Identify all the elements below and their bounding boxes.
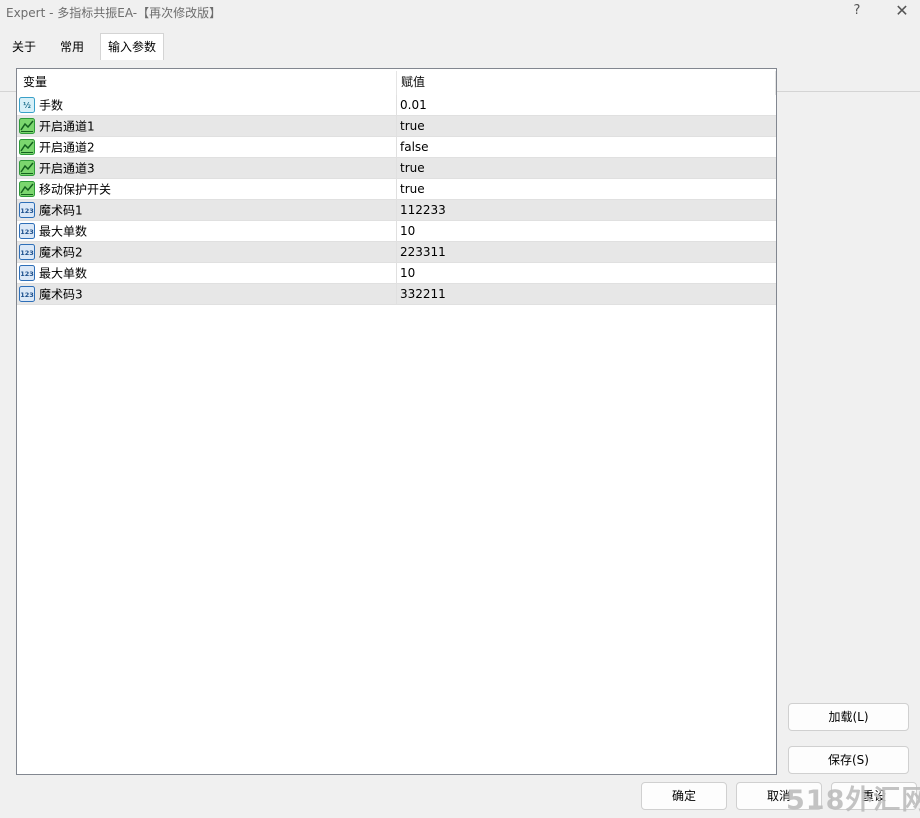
- variable-name: 最大单数: [39, 224, 88, 239]
- value-cell[interactable]: false: [400, 137, 429, 157]
- save-button[interactable]: 保存(S): [788, 746, 909, 774]
- value-cell[interactable]: 223311: [400, 242, 446, 262]
- table-row[interactable]: ½ 手数 0.01: [17, 95, 776, 116]
- cell-divider: [396, 200, 397, 220]
- value-cell[interactable]: 332211: [400, 284, 446, 304]
- variable-name: 开启通道1: [39, 119, 95, 134]
- value-cell[interactable]: 10: [400, 263, 415, 283]
- variable-name: 魔术码2: [39, 245, 83, 260]
- table-row[interactable]: 123 魔术码1 112233: [17, 200, 776, 221]
- variable-cell: 123 魔术码2: [19, 242, 83, 262]
- title-bar: Expert - 多指标共振EA-【再次修改版】 ? ✕: [0, 0, 920, 24]
- variable-cell: 123 魔术码3: [19, 284, 83, 304]
- cell-divider: [396, 263, 397, 283]
- variable-name: 最大单数: [39, 266, 88, 281]
- svg-text:123: 123: [20, 270, 34, 278]
- variable-name: 开启通道2: [39, 140, 95, 155]
- integer-123-icon: 123: [19, 264, 39, 281]
- ok-button-label: 确定: [671, 789, 696, 803]
- table-row[interactable]: 123 最大单数 10: [17, 263, 776, 284]
- table-row[interactable]: 123 魔术码3 332211: [17, 284, 776, 305]
- ok-button[interactable]: 确定: [641, 782, 727, 810]
- variable-name: 魔术码1: [39, 203, 83, 218]
- table-row[interactable]: 开启通道2 false: [17, 137, 776, 158]
- value-cell[interactable]: 10: [400, 221, 415, 241]
- watermark-text: 518外汇网: [786, 785, 920, 816]
- variable-cell: 123 魔术码1: [19, 200, 83, 220]
- boolean-chart-icon: [19, 117, 39, 134]
- variable-name: 开启通道3: [39, 161, 95, 176]
- column-divider[interactable]: [396, 71, 397, 95]
- svg-text:123: 123: [20, 291, 34, 299]
- double-value-icon: ½: [19, 96, 39, 113]
- variable-cell: 移动保护开关: [19, 179, 111, 199]
- column-header-variable[interactable]: 变量: [23, 69, 47, 95]
- cell-divider: [396, 242, 397, 262]
- tab-inputs[interactable]: 输入参数: [100, 33, 164, 60]
- variable-cell: 开启通道3: [19, 158, 95, 178]
- variable-name: 移动保护开关: [39, 182, 112, 197]
- close-icon[interactable]: ✕: [890, 0, 914, 22]
- column-header-value[interactable]: 赋值: [401, 69, 425, 95]
- load-button[interactable]: 加载(L): [788, 703, 909, 731]
- svg-text:½: ½: [23, 101, 31, 110]
- boolean-chart-icon: [19, 159, 39, 176]
- variable-cell: ½ 手数: [19, 95, 63, 115]
- table-row[interactable]: 开启通道1 true: [17, 116, 776, 137]
- table-header: 变量 赋值: [17, 69, 776, 95]
- integer-123-icon: 123: [19, 243, 39, 260]
- tab-common[interactable]: 常用: [54, 36, 90, 58]
- variable-name: 手数: [39, 98, 64, 113]
- value-cell[interactable]: true: [400, 179, 425, 199]
- value-cell[interactable]: true: [400, 116, 425, 136]
- help-icon[interactable]: ?: [848, 2, 866, 22]
- cell-divider: [396, 95, 397, 115]
- svg-text:123: 123: [20, 207, 34, 215]
- variable-name: 魔术码3: [39, 287, 83, 302]
- table-row[interactable]: 开启通道3 true: [17, 158, 776, 179]
- cell-divider: [396, 116, 397, 136]
- tab-about[interactable]: 关于: [6, 36, 42, 58]
- integer-123-icon: 123: [19, 201, 39, 218]
- integer-123-icon: 123: [19, 222, 39, 239]
- value-cell[interactable]: true: [400, 158, 425, 178]
- table-row[interactable]: 123 最大单数 10: [17, 221, 776, 242]
- value-cell[interactable]: 112233: [400, 200, 446, 220]
- cell-divider: [396, 221, 397, 241]
- cell-divider: [396, 284, 397, 304]
- cell-divider: [396, 137, 397, 157]
- cell-divider: [396, 179, 397, 199]
- value-cell[interactable]: 0.01: [400, 95, 427, 115]
- load-button-label: 加载(L): [828, 710, 869, 724]
- save-button-label: 保存(S): [828, 753, 869, 767]
- variable-cell: 123 最大单数: [19, 263, 87, 283]
- svg-text:123: 123: [20, 249, 34, 257]
- svg-text:123: 123: [20, 228, 34, 236]
- variable-cell: 开启通道2: [19, 137, 95, 157]
- column-divider-end: [775, 71, 776, 95]
- cell-divider: [396, 158, 397, 178]
- integer-123-icon: 123: [19, 285, 39, 302]
- window-title: Expert - 多指标共振EA-【再次修改版】: [6, 6, 222, 20]
- table-row[interactable]: 移动保护开关 true: [17, 179, 776, 200]
- table-row[interactable]: 123 魔术码2 223311: [17, 242, 776, 263]
- boolean-chart-icon: [19, 180, 39, 197]
- parameters-table[interactable]: 变量 赋值 ½ 手数 0.01 开启通道1 true 开启通道2 false 开启通道3 tru…: [16, 68, 777, 775]
- variable-cell: 开启通道1: [19, 116, 95, 136]
- tab-bar: 关于 常用 输入参数: [0, 33, 920, 92]
- variable-cell: 123 最大单数: [19, 221, 87, 241]
- boolean-chart-icon: [19, 138, 39, 155]
